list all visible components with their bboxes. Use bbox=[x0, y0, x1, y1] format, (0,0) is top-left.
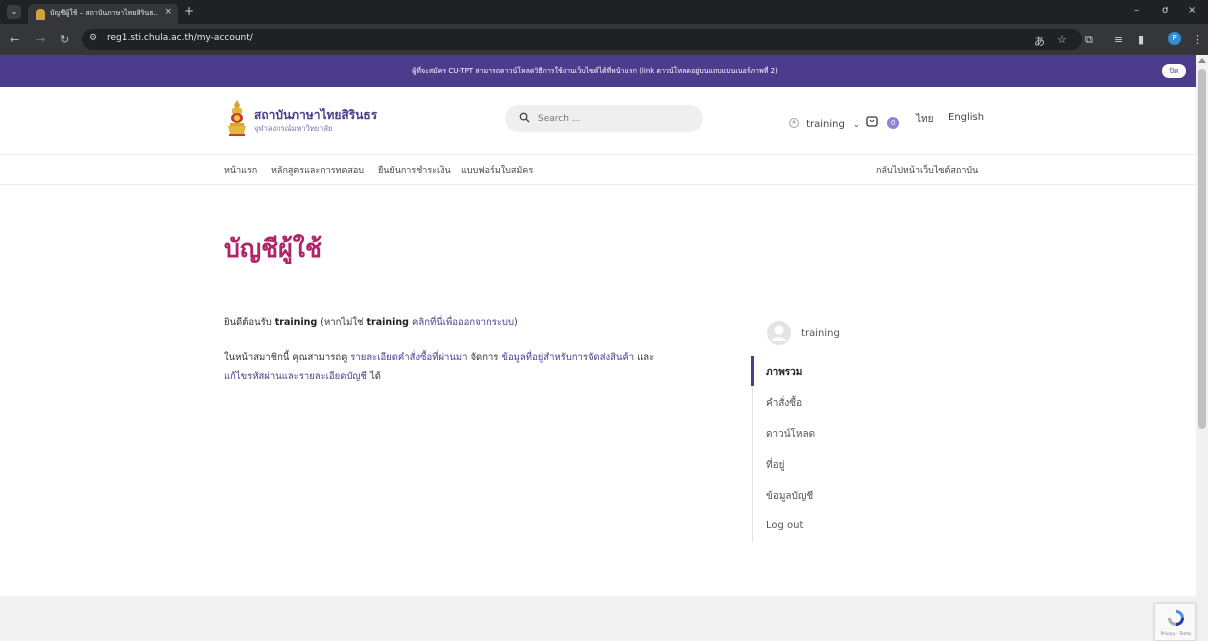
shipping-address-link[interactable]: ข้อมูลที่อยู่สำหรับการจัดส่งสินค้า bbox=[501, 352, 634, 363]
account-details-link[interactable]: แก้ไขรหัสผ่านและรายละเอียดบัญชี bbox=[224, 371, 367, 382]
cart-icon[interactable] bbox=[866, 115, 878, 127]
tab-title: บัญชีผู้ใช้ – สถาบันภาษาไทยสิรินธ... bbox=[50, 9, 158, 17]
tab-search-button[interactable]: ⌄ bbox=[7, 5, 21, 19]
translate-icon[interactable]: あ bbox=[1034, 33, 1045, 49]
logout-link[interactable]: คลิกที่นี่เพื่อออกจากระบบ bbox=[412, 317, 514, 328]
user-icon bbox=[789, 118, 799, 128]
page-title: บัญชีผู้ใช้ bbox=[224, 234, 322, 263]
account-nav-orders[interactable]: คำสั่งซื้อ bbox=[766, 396, 802, 411]
bookmark-star-icon[interactable]: ☆ bbox=[1057, 33, 1067, 46]
nav-item-home[interactable]: หน้าแรก bbox=[224, 163, 257, 177]
user-menu-name[interactable]: training bbox=[806, 119, 845, 130]
nav-item-payment-confirm[interactable]: ยืนยันการชำระเงิน bbox=[378, 163, 451, 177]
account-nav-active-indicator bbox=[751, 356, 754, 386]
account-nav-account-details[interactable]: ข้อมูลบัญชี bbox=[766, 489, 813, 504]
intro-mid: จัดการ bbox=[470, 352, 499, 363]
search-box[interactable] bbox=[505, 105, 703, 132]
new-tab-icon[interactable]: + bbox=[184, 4, 194, 18]
browser-tab[interactable]: บัญชีผู้ใช้ – สถาบันภาษาไทยสิรินธ... × bbox=[28, 4, 178, 24]
nav-item-application-form[interactable]: แบบฟอร์มใบสมัคร bbox=[461, 163, 533, 177]
profile-avatar[interactable]: P bbox=[1168, 32, 1181, 45]
search-icon[interactable] bbox=[519, 112, 530, 123]
back-to-institute-link[interactable]: กลับไปหน้าเว็บไซต์สถาบัน bbox=[876, 163, 978, 177]
nav-item-courses[interactable]: หลักสูตรและการทดสอบ bbox=[271, 163, 364, 177]
cart-count-badge: 0 bbox=[887, 117, 900, 129]
intro-and: และ bbox=[637, 352, 655, 363]
recaptcha-badge[interactable]: Privacy - Terms bbox=[1154, 603, 1196, 641]
nav-divider bbox=[0, 184, 1196, 185]
language-english-link[interactable]: English bbox=[948, 112, 984, 123]
address-bar[interactable]: ⚙ reg1.sti.chula.ac.th/my-account/ bbox=[82, 29, 1082, 50]
browser-tab-bar: ⌄ บัญชีผู้ใช้ – สถาบันภาษาไทยสิรินธ... ×… bbox=[0, 0, 1208, 24]
avatar-icon bbox=[767, 321, 791, 345]
welcome-message: ยินดีต้อนรับ training (หากไม่ใช่ trainin… bbox=[224, 315, 518, 330]
welcome-paren-user: training bbox=[366, 317, 409, 328]
notice-text: ผู้ที่จะสมัคร CU-TPT สามารถดาวน์โหลดวิธี… bbox=[412, 67, 778, 75]
side-panel-icon[interactable]: ▮ bbox=[1138, 33, 1144, 46]
tab-close-icon[interactable]: × bbox=[164, 7, 172, 17]
scrollbar-thumb[interactable] bbox=[1198, 69, 1206, 429]
extensions-icon[interactable]: ⧉ bbox=[1085, 33, 1093, 47]
account-nav-dashboard[interactable]: ภาพรวม bbox=[766, 365, 802, 380]
institute-emblem-icon[interactable] bbox=[226, 99, 248, 137]
close-window-icon[interactable]: × bbox=[1188, 5, 1196, 16]
scroll-up-icon[interactable] bbox=[1198, 58, 1206, 63]
account-nav-logout[interactable]: Log out bbox=[766, 520, 803, 531]
recaptcha-icon bbox=[1168, 610, 1184, 626]
intro-prefix: ในหน้าสมาชิกนี้ คุณสามารถดู bbox=[224, 352, 348, 363]
account-nav-downloads[interactable]: ดาวน์โหลด bbox=[766, 427, 815, 442]
language-thai-link[interactable]: ไทย bbox=[916, 112, 933, 127]
browser-toolbar: ← → ↻ ⚙ reg1.sti.chula.ac.th/my-account/… bbox=[0, 24, 1208, 55]
university-name: จุฬาลงกรณ์มหาวิทยาลัย bbox=[254, 124, 333, 133]
intro-suffix: ได้ bbox=[369, 371, 381, 382]
welcome-user: training bbox=[274, 317, 318, 328]
recaptcha-text[interactable]: Privacy - Terms bbox=[1155, 631, 1197, 636]
media-icon[interactable]: ≡ bbox=[1114, 33, 1123, 46]
notice-bar: ผู้ที่จะสมัคร CU-TPT สามารถดาวน์โหลดวิธี… bbox=[0, 55, 1196, 87]
site-info-icon[interactable]: ⚙ bbox=[89, 33, 97, 43]
welcome-paren-text: (หากไม่ใช่ bbox=[320, 317, 364, 328]
account-user: training bbox=[766, 320, 840, 346]
notice-close-button[interactable]: ปิด bbox=[1162, 64, 1186, 78]
search-input[interactable] bbox=[538, 111, 688, 126]
page-scrollbar[interactable] bbox=[1196, 55, 1208, 641]
footer bbox=[0, 596, 1196, 641]
welcome-prefix: ยินดีต้อนรับ bbox=[224, 317, 272, 328]
restore-icon[interactable]: ơ bbox=[1162, 5, 1168, 16]
reload-icon[interactable]: ↻ bbox=[60, 33, 69, 46]
site-favicon-icon bbox=[36, 9, 45, 20]
account-intro: ในหน้าสมาชิกนี้ คุณสามารถดู รายละเอียดคำ… bbox=[224, 348, 724, 386]
url-text[interactable]: reg1.sti.chula.ac.th/my-account/ bbox=[107, 33, 253, 43]
welcome-paren-close: ) bbox=[514, 317, 518, 328]
cart-button[interactable]: 0 bbox=[866, 111, 900, 130]
forward-arrow-icon[interactable]: → bbox=[36, 33, 45, 46]
minimize-icon[interactable]: – bbox=[1134, 5, 1139, 16]
recent-orders-link[interactable]: รายละเอียดคำสั่งซื้อที่ผ่านมา bbox=[350, 352, 467, 363]
back-arrow-icon[interactable]: ← bbox=[10, 33, 19, 46]
user-menu[interactable]: training ⌄ bbox=[789, 112, 860, 130]
account-nav-addresses[interactable]: ที่อยู่ bbox=[766, 458, 784, 473]
header-divider bbox=[0, 154, 1196, 155]
browser-menu-icon[interactable]: ⋮ bbox=[1192, 33, 1203, 46]
chevron-down-icon[interactable]: ⌄ bbox=[853, 120, 860, 129]
account-user-name: training bbox=[801, 327, 840, 339]
